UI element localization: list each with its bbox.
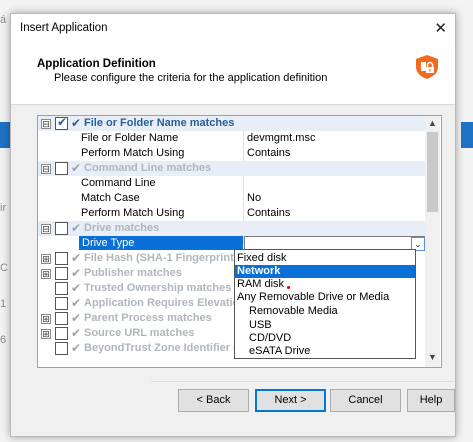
option-label: eSATA Drive bbox=[249, 345, 311, 357]
dropdown-option-cd-dvd[interactable]: CD/DVD bbox=[235, 332, 415, 345]
collapse-icon[interactable]: ⊟ bbox=[41, 224, 51, 234]
scroll-up-icon[interactable]: ▲ bbox=[428, 118, 437, 128]
dropdown-option-fixed-disk[interactable]: Fixed disk bbox=[235, 252, 415, 265]
group-checkbox[interactable] bbox=[55, 222, 68, 235]
check-icon: ✔ bbox=[71, 296, 82, 310]
property-name: Perform Match Using bbox=[81, 207, 185, 219]
property-value[interactable]: devmgmt.msc bbox=[247, 132, 315, 144]
vertical-scrollbar[interactable]: ▲ ▼ bbox=[425, 116, 440, 367]
dialog-header: Application Definition Please configure … bbox=[11, 42, 455, 105]
background-text: 6 bbox=[0, 334, 7, 346]
group-checkbox[interactable] bbox=[55, 327, 68, 340]
group-label: Parent Process matches bbox=[84, 312, 212, 324]
dropdown-option-ram-disk[interactable]: RAM disk bbox=[235, 278, 415, 291]
dropdown-option-any-removable[interactable]: Any Removable Drive or Media bbox=[235, 291, 415, 304]
property-row[interactable]: Match Case No bbox=[38, 191, 425, 206]
property-row[interactable]: Perform Match Using Contains bbox=[38, 146, 425, 161]
dropdown-option-removable-media[interactable]: Removable Media bbox=[235, 305, 415, 318]
check-icon: ✔ bbox=[71, 221, 82, 235]
header-subtitle: Please configure the criteria for the ap… bbox=[54, 72, 328, 84]
group-label: Trusted Ownership matches bbox=[84, 282, 232, 294]
group-checkbox[interactable] bbox=[55, 297, 68, 310]
group-label: Application Requires Elevation bbox=[84, 297, 246, 309]
option-label: RAM disk bbox=[237, 278, 285, 290]
property-name: Match Case bbox=[81, 192, 140, 204]
property-value[interactable]: Contains bbox=[247, 207, 290, 219]
group-checkbox[interactable]: ✔ bbox=[55, 115, 68, 130]
group-checkbox[interactable] bbox=[55, 282, 68, 295]
dialog-title: Insert Application bbox=[20, 22, 108, 34]
property-value[interactable]: Contains bbox=[247, 147, 290, 159]
group-row-command-line[interactable]: ⊟ ✔ Command Line matches bbox=[38, 161, 425, 176]
property-value[interactable]: No bbox=[247, 192, 261, 204]
expand-icon[interactable]: ⊞ bbox=[41, 314, 51, 324]
check-icon: ✔ bbox=[71, 266, 82, 280]
option-label: Fixed disk bbox=[237, 252, 287, 264]
property-name: Drive Type bbox=[82, 237, 135, 249]
close-icon[interactable]: ✕ bbox=[434, 19, 447, 37]
group-label: Publisher matches bbox=[84, 267, 182, 279]
beyondtrust-shield-lock-icon bbox=[416, 55, 438, 79]
check-icon: ✔ bbox=[71, 116, 82, 130]
group-label: Drive matches bbox=[84, 222, 160, 234]
expand-icon[interactable]: ⊞ bbox=[41, 329, 51, 339]
help-button[interactable]: Help bbox=[407, 389, 455, 412]
option-label: Network bbox=[237, 265, 281, 277]
dropdown-option-esata[interactable]: eSATA Drive bbox=[235, 345, 415, 358]
property-row[interactable]: Perform Match Using Contains bbox=[38, 206, 425, 221]
drive-type-dropdown-list[interactable]: Fixed disk Network RAM disk Any Removabl… bbox=[234, 249, 416, 359]
check-icon: ✔ bbox=[71, 341, 82, 355]
mouse-cursor-marker bbox=[287, 286, 290, 289]
dialog-titlebar: Insert Application ✕ bbox=[11, 14, 455, 42]
drive-type-property-selected[interactable]: Drive Type bbox=[79, 236, 243, 250]
background-text: á bbox=[0, 14, 7, 26]
background-text: ir bbox=[0, 202, 7, 214]
background-selection-right bbox=[461, 122, 473, 148]
scroll-down-icon[interactable]: ▼ bbox=[428, 352, 437, 362]
option-label: CD/DVD bbox=[249, 332, 292, 344]
property-name: Perform Match Using bbox=[81, 147, 185, 159]
checkmark-icon: ✔ bbox=[57, 115, 68, 129]
cancel-button[interactable]: Cancel bbox=[330, 389, 401, 412]
next-button[interactable]: Next > bbox=[255, 389, 326, 412]
scrollbar-thumb[interactable] bbox=[427, 132, 438, 212]
dropdown-option-network[interactable]: Network bbox=[235, 265, 415, 278]
check-icon: ✔ bbox=[71, 281, 82, 295]
property-name: File or Folder Name bbox=[81, 132, 179, 144]
option-label: Any Removable Drive or Media bbox=[237, 291, 390, 303]
button-divider bbox=[151, 381, 454, 382]
dropdown-option-usb[interactable]: USB bbox=[235, 319, 415, 332]
group-label: Command Line matches bbox=[84, 162, 212, 174]
group-label: BeyondTrust Zone Identifier e bbox=[84, 342, 240, 354]
group-checkbox[interactable] bbox=[55, 162, 68, 175]
background-text: 1 bbox=[0, 298, 7, 310]
group-checkbox[interactable] bbox=[55, 252, 68, 265]
group-checkbox[interactable] bbox=[55, 342, 68, 355]
option-label: USB bbox=[249, 319, 272, 331]
header-title: Application Definition bbox=[37, 58, 156, 70]
group-row-file-or-folder-name[interactable]: ⊟ ✔ ✔ File or Folder Name matches bbox=[38, 116, 425, 131]
collapse-icon[interactable]: ⊟ bbox=[41, 119, 51, 129]
back-button[interactable]: < Back bbox=[178, 389, 249, 412]
check-icon: ✔ bbox=[71, 326, 82, 340]
group-label: Source URL matches bbox=[84, 327, 195, 339]
background-text: C bbox=[0, 262, 8, 274]
insert-application-dialog: Insert Application ✕ Application Definit… bbox=[10, 13, 456, 437]
collapse-icon[interactable]: ⊟ bbox=[41, 164, 51, 174]
expand-icon[interactable]: ⊞ bbox=[41, 269, 51, 279]
check-icon: ✔ bbox=[71, 311, 82, 325]
expand-icon[interactable]: ⊞ bbox=[41, 254, 51, 264]
group-checkbox[interactable] bbox=[55, 267, 68, 280]
group-row-drive[interactable]: ⊟ ✔ Drive matches bbox=[38, 221, 425, 236]
check-icon: ✔ bbox=[71, 251, 82, 265]
option-label: Removable Media bbox=[249, 305, 338, 317]
property-name: Command Line bbox=[81, 177, 156, 189]
group-checkbox[interactable] bbox=[55, 312, 68, 325]
group-label: File or Folder Name matches bbox=[84, 117, 235, 129]
check-icon: ✔ bbox=[71, 161, 82, 175]
property-row[interactable]: File or Folder Name devmgmt.msc bbox=[38, 131, 425, 146]
property-row[interactable]: Command Line bbox=[38, 176, 425, 191]
